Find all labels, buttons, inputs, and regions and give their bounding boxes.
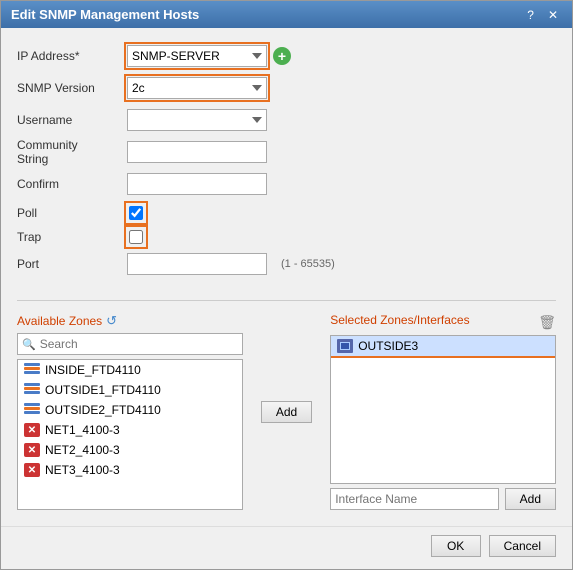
list-item[interactable]: INSIDE_FTD4110 xyxy=(18,360,242,380)
snmp-version-row: SNMP Version 2c xyxy=(17,74,556,102)
help-button[interactable]: ? xyxy=(523,8,538,22)
selected-zones-panel: Selected Zones/Interfaces 🗑 OUTSIDE3 Add xyxy=(330,313,556,510)
selected-zones-list[interactable]: OUTSIDE3 xyxy=(330,335,556,484)
network-zone-icon xyxy=(24,363,40,377)
username-row: Username xyxy=(17,106,556,134)
available-zones-title: Available Zones ↺ xyxy=(17,313,243,329)
close-button[interactable]: ✕ xyxy=(544,8,562,22)
network-zone-icon xyxy=(24,383,40,397)
search-icon: 🔍 xyxy=(22,338,36,351)
search-box: 🔍 xyxy=(17,333,243,355)
add-zone-button[interactable]: Add xyxy=(261,401,312,423)
trap-label: Trap xyxy=(17,230,127,244)
username-control xyxy=(127,109,267,131)
add-interface-button[interactable]: Add xyxy=(505,488,556,510)
poll-label: Poll xyxy=(17,206,127,220)
error-zone-icon: ✕ xyxy=(24,463,40,477)
port-input[interactable] xyxy=(127,253,267,275)
titlebar-actions: ? ✕ xyxy=(523,8,562,22)
poll-checkbox-wrap xyxy=(127,204,145,222)
snmp-version-label: SNMP Version xyxy=(17,81,127,95)
port-hint: (1 - 65535) xyxy=(281,258,335,270)
port-control: (1 - 65535) xyxy=(127,253,335,275)
edit-snmp-dialog: Edit SNMP Management Hosts ? ✕ IP Addres… xyxy=(0,0,573,570)
trap-row: Trap xyxy=(17,226,556,248)
list-item[interactable]: ✕ NET2_4100-3 xyxy=(18,440,242,460)
zone-item-name: NET2_4100-3 xyxy=(45,443,120,457)
search-input[interactable] xyxy=(40,337,238,351)
dialog-title: Edit SNMP Management Hosts xyxy=(11,7,199,22)
trash-icon[interactable]: 🗑 xyxy=(538,314,556,331)
error-zone-icon: ✕ xyxy=(24,443,40,457)
username-label: Username xyxy=(17,113,127,127)
error-zone-icon: ✕ xyxy=(24,423,40,437)
ip-address-row: IP Address* SNMP-SERVER + xyxy=(17,42,556,70)
port-row: Port (1 - 65535) xyxy=(17,250,556,278)
snmp-version-select[interactable]: 2c xyxy=(127,77,267,99)
selected-zone-icon xyxy=(337,339,353,353)
list-item[interactable]: OUTSIDE1_FTD4110 xyxy=(18,380,242,400)
cancel-button[interactable]: Cancel xyxy=(489,535,556,557)
poll-checkbox[interactable] xyxy=(129,206,143,220)
list-item[interactable]: ✕ NET3_4100-3 xyxy=(18,460,242,480)
poll-row: Poll xyxy=(17,202,556,224)
selected-zone-name: OUTSIDE3 xyxy=(358,339,418,353)
zone-item-name: OUTSIDE1_FTD4110 xyxy=(45,383,161,397)
list-item[interactable]: OUTSIDE3 xyxy=(331,336,555,356)
zones-section: Available Zones ↺ 🔍 INSIDE_FTD4110 OUTSI… xyxy=(17,313,556,510)
network-zone-icon xyxy=(24,403,40,417)
available-zones-panel: Available Zones ↺ 🔍 INSIDE_FTD4110 OUTSI… xyxy=(17,313,243,510)
dialog-body: IP Address* SNMP-SERVER + SNMP Version 2… xyxy=(1,28,572,520)
community-string-label: Community String xyxy=(17,138,127,166)
dialog-footer: OK Cancel xyxy=(1,526,572,569)
ip-address-select[interactable]: SNMP-SERVER xyxy=(127,45,267,67)
username-select[interactable] xyxy=(127,109,267,131)
refresh-icon[interactable]: ↺ xyxy=(106,313,117,329)
community-string-row: Community String xyxy=(17,138,556,166)
zone-item-name: INSIDE_FTD4110 xyxy=(45,363,141,377)
community-string-control xyxy=(127,141,267,163)
interface-name-row: Add xyxy=(330,488,556,510)
zone-item-name: NET3_4100-3 xyxy=(45,463,120,477)
zone-item-name: NET1_4100-3 xyxy=(45,423,120,437)
trap-checkbox[interactable] xyxy=(129,230,143,244)
dialog-titlebar: Edit SNMP Management Hosts ? ✕ xyxy=(1,1,572,28)
trap-checkbox-wrap xyxy=(127,228,145,246)
confirm-input[interactable] xyxy=(127,173,267,195)
zone-item-name: OUTSIDE2_FTD4110 xyxy=(45,403,161,417)
list-item[interactable]: OUTSIDE2_FTD4110 xyxy=(18,400,242,420)
add-mid-area: Add xyxy=(253,313,320,510)
selected-zones-title: Selected Zones/Interfaces xyxy=(330,313,469,327)
divider xyxy=(17,300,556,301)
list-item[interactable]: ✕ NET1_4100-3 xyxy=(18,420,242,440)
ip-address-label: IP Address* xyxy=(17,49,127,63)
add-ip-button[interactable]: + xyxy=(273,47,291,65)
available-zones-list[interactable]: INSIDE_FTD4110 OUTSIDE1_FTD4110 OUTSIDE2… xyxy=(17,359,243,510)
ip-address-control: SNMP-SERVER + xyxy=(127,45,291,67)
community-string-input[interactable] xyxy=(127,141,267,163)
port-label: Port xyxy=(17,257,127,271)
selected-header-row: Selected Zones/Interfaces 🗑 xyxy=(330,313,556,331)
interface-name-input[interactable] xyxy=(330,488,498,510)
snmp-version-control: 2c xyxy=(127,77,267,99)
form-section: IP Address* SNMP-SERVER + SNMP Version 2… xyxy=(17,42,556,282)
ok-button[interactable]: OK xyxy=(431,535,481,557)
confirm-control xyxy=(127,173,267,195)
confirm-row: Confirm xyxy=(17,170,556,198)
confirm-label: Confirm xyxy=(17,177,127,191)
